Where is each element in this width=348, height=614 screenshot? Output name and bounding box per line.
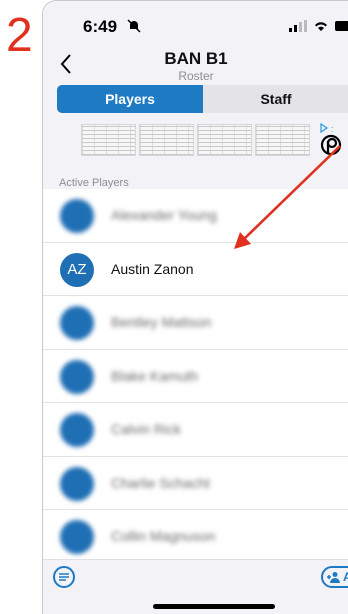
svg-text::: : xyxy=(331,124,334,134)
ad-banner[interactable]: : xyxy=(81,122,348,157)
avatar: AY xyxy=(60,199,94,233)
list-item[interactable]: AY Alexander Young xyxy=(43,189,348,243)
ad-thumbnail xyxy=(255,124,310,156)
nav-bar: BAN B1 Roster xyxy=(43,45,348,83)
ad-thumbnail xyxy=(81,124,136,156)
ad-thumbnail xyxy=(139,124,194,156)
list-item[interactable]: CM Collin Magnuson xyxy=(43,510,348,564)
roster-segmented-control: Players Staff xyxy=(57,85,348,113)
status-bar: 6:49 xyxy=(43,1,348,45)
avatar: CR xyxy=(60,413,94,447)
player-name: Charlie Schacht xyxy=(111,474,210,491)
add-player-icon xyxy=(327,572,340,583)
section-header: Active Players xyxy=(59,177,129,189)
battery-icon xyxy=(335,19,348,37)
player-name: Blake Kamuth xyxy=(111,367,199,384)
list-item[interactable]: CS Charlie Schacht xyxy=(43,457,348,510)
avatar: CM xyxy=(60,520,94,554)
list-item[interactable]: BM Bentley Mattson xyxy=(43,296,348,350)
player-name: Bentley Mattson xyxy=(111,314,212,330)
ad-logo-icon: : xyxy=(317,122,348,157)
player-name: Collin Magnuson xyxy=(111,528,216,544)
wifi-icon xyxy=(313,19,329,37)
avatar: AZ xyxy=(60,252,94,287)
add-player-label: A xyxy=(343,570,348,584)
step-number-annotation: 2 xyxy=(6,9,33,62)
chat-icon xyxy=(59,573,69,581)
home-indicator xyxy=(153,604,275,609)
page-title: BAN B1 xyxy=(164,49,228,68)
player-name: Calvin Rick xyxy=(111,421,182,437)
bottom-toolbar: A xyxy=(43,559,348,614)
chat-button[interactable] xyxy=(53,566,75,588)
list-item[interactable]: BK Blake Kamuth xyxy=(43,350,348,403)
signal-icon xyxy=(289,19,307,37)
tab-staff[interactable]: Staff xyxy=(203,85,348,113)
add-player-button[interactable]: A xyxy=(321,566,348,588)
avatar: BM xyxy=(60,306,94,340)
player-name: Alexander Young xyxy=(111,207,217,223)
phone-screen: 6:49 BAN B1 Roster Players Staff: Activ… xyxy=(42,0,348,614)
avatar: BK xyxy=(60,359,94,394)
status-icons xyxy=(289,19,348,37)
avatar: CS xyxy=(60,466,94,501)
ad-thumbnail xyxy=(197,124,252,156)
page-subtitle: Roster xyxy=(178,69,214,83)
list-item[interactable]: AZ Austin Zanon xyxy=(43,243,348,296)
tab-players[interactable]: Players xyxy=(57,85,203,113)
status-time: 6:49 xyxy=(83,17,118,36)
silent-bell-icon xyxy=(127,19,141,38)
player-name: Austin Zanon xyxy=(111,260,194,277)
player-list: AY Alexander Young AZ Austin Zanon BM Be… xyxy=(43,189,348,564)
list-item[interactable]: CR Calvin Rick xyxy=(43,403,348,457)
